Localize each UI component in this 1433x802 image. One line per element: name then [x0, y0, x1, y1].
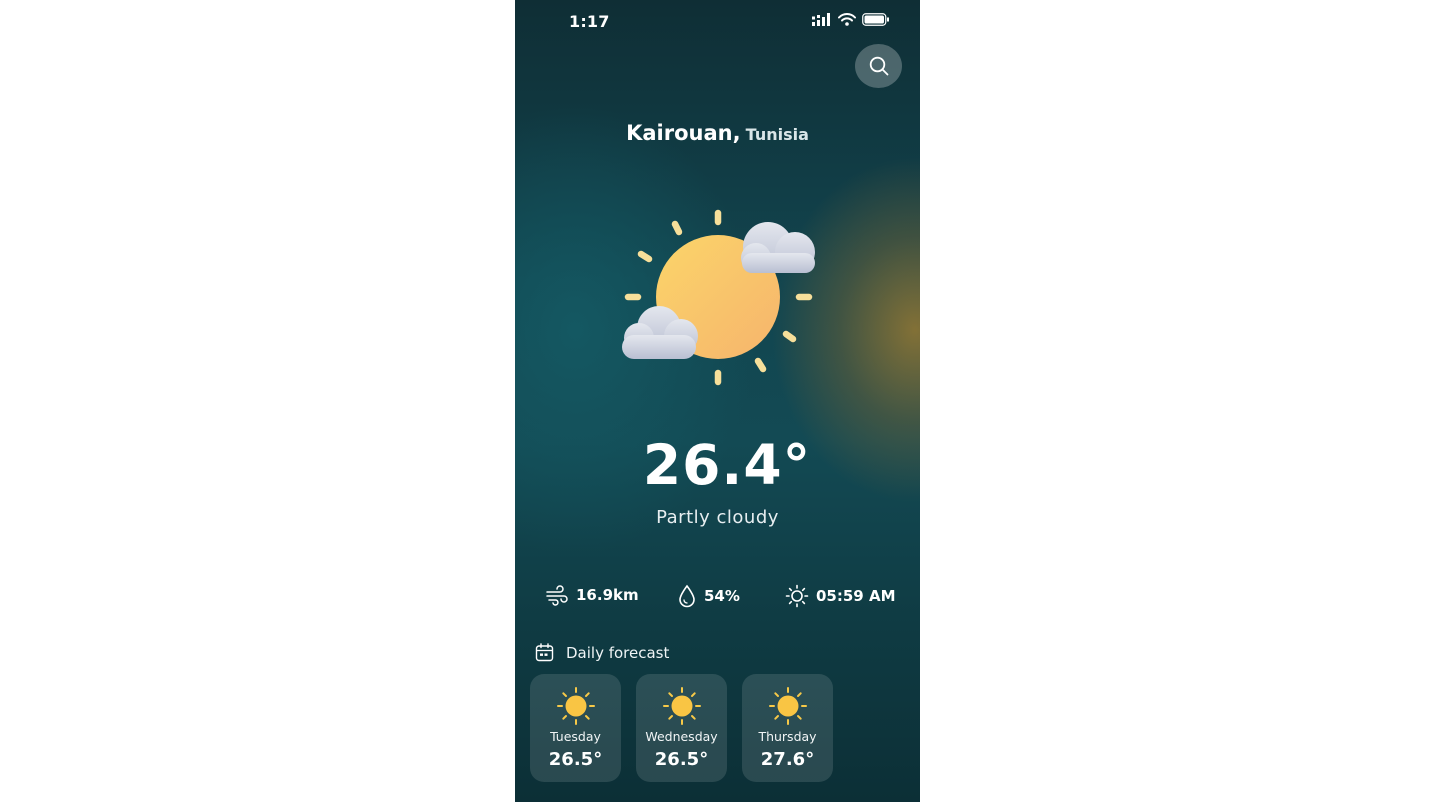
forecast-card-wednesday[interactable]: Wednesday 26.5°: [636, 674, 727, 782]
humidity-stat: 54%: [677, 584, 740, 608]
wifi-icon: [838, 13, 856, 26]
sunrise-value: 05:59 AM: [816, 587, 896, 605]
status-icons: [812, 13, 890, 26]
sun-icon: [662, 687, 701, 725]
forecast-day: Tuesday: [550, 729, 601, 744]
location-city: Kairouan,: [626, 121, 741, 145]
search-button[interactable]: [855, 44, 902, 88]
battery-icon: [862, 13, 889, 26]
forecast-card-tuesday[interactable]: Tuesday 26.5°: [530, 674, 621, 782]
daily-forecast-title: Daily forecast: [566, 643, 670, 662]
cellular-signal-icon: [812, 13, 830, 26]
wind-icon: [546, 585, 568, 606]
calendar-icon: [535, 643, 554, 662]
sun-icon: [768, 687, 807, 725]
location-title: Kairouan, Tunisia: [515, 121, 920, 145]
sunrise-stat: 05:59 AM: [785, 584, 896, 608]
humidity-value: 54%: [704, 587, 740, 605]
wind-stat: 16.9km: [545, 584, 639, 606]
wind-value: 16.9km: [576, 586, 639, 604]
forecast-temp: 26.5°: [654, 749, 709, 770]
droplet-icon: [679, 584, 695, 608]
partly-cloudy-icon: [622, 209, 815, 386]
forecast-card-thursday[interactable]: Thursday 27.6°: [742, 674, 833, 782]
daily-forecast-header: Daily forecast: [535, 643, 669, 662]
current-temperature: 26.4°: [642, 433, 812, 497]
location-country: Tunisia: [745, 125, 809, 144]
status-time: 1:17: [569, 12, 610, 31]
forecast-day: Thursday: [758, 729, 817, 744]
weather-stats: 16.9km 54% 05:59 AM: [515, 584, 920, 610]
forecast-temp: 26.5°: [548, 749, 603, 770]
sun-icon: [556, 687, 595, 725]
forecast-day: Wednesday: [645, 729, 718, 744]
forecast-cards: Tuesday 26.5° Wednesday 26.5° Thursday 2…: [530, 674, 833, 782]
search-icon: [869, 56, 888, 76]
forecast-temp: 27.6°: [760, 749, 815, 770]
weather-app-screen: 1:17 Kairouan, Tunisia 26.4° Partly clou…: [515, 0, 920, 802]
current-condition: Partly cloudy: [656, 507, 779, 528]
sun-icon: [785, 584, 809, 608]
